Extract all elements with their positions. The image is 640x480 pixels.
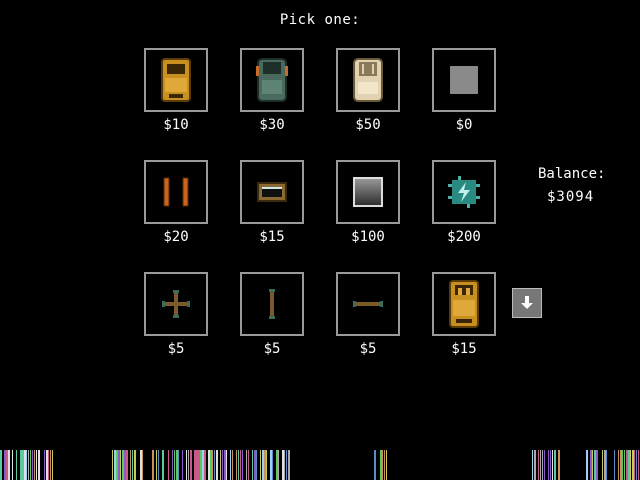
item-price: $15 [451, 341, 477, 357]
item-frame[interactable] [240, 160, 304, 224]
horizontal-rod-icon [353, 301, 383, 307]
shop-item-5[interactable]: $20 [144, 160, 208, 245]
vertical-rod-icon [269, 289, 275, 319]
item-price: $100 [351, 229, 385, 245]
shop-item-8[interactable]: $200 [432, 160, 496, 245]
item-price: $0 [455, 117, 473, 133]
cross-pipe-icon [162, 290, 190, 318]
window-frame-icon [257, 182, 287, 202]
scroll-down-button[interactable] [512, 288, 542, 318]
shop-item-10[interactable]: $5 [240, 272, 304, 357]
item-frame[interactable] [432, 48, 496, 112]
balance-value: $3094 [547, 189, 595, 205]
shop-item-3[interactable]: $50 [336, 48, 400, 133]
item-price: $20 [163, 229, 189, 245]
gold-car-icon [161, 58, 191, 102]
item-frame[interactable] [144, 160, 208, 224]
cream-car-icon [353, 58, 383, 102]
item-price: $5 [263, 341, 281, 357]
glitch-noise-strip [0, 450, 639, 480]
gold-car-rear-icon [449, 280, 479, 328]
lightning-chip-icon [448, 176, 480, 208]
bumper-pair-icon [163, 177, 189, 207]
shop-item-11[interactable]: $5 [336, 272, 400, 357]
item-frame[interactable] [240, 272, 304, 336]
shop-item-1[interactable]: $10 [144, 48, 208, 133]
item-frame[interactable] [336, 272, 400, 336]
item-price: $10 [163, 117, 189, 133]
item-frame[interactable] [432, 272, 496, 336]
page-title: Pick one: [279, 12, 361, 28]
item-frame[interactable] [240, 48, 304, 112]
arrow-down-icon [521, 296, 533, 309]
item-frame[interactable] [432, 160, 496, 224]
item-price: $200 [447, 229, 481, 245]
item-price: $50 [355, 117, 381, 133]
item-price: $5 [359, 341, 377, 357]
item-frame[interactable] [144, 48, 208, 112]
shop-item-12[interactable]: $15 [432, 272, 496, 357]
gray-square-icon [450, 66, 478, 94]
item-frame[interactable] [336, 160, 400, 224]
metal-block-icon [353, 177, 383, 207]
shop-item-9[interactable]: $5 [144, 272, 208, 357]
shop-item-7[interactable]: $100 [336, 160, 400, 245]
shop-item-4[interactable]: $0 [432, 48, 496, 133]
balance-label: Balance: [538, 166, 606, 182]
teal-car-icon [256, 58, 288, 102]
shop-item-6[interactable]: $15 [240, 160, 304, 245]
item-price: $30 [259, 117, 285, 133]
item-frame[interactable] [336, 48, 400, 112]
item-price: $5 [167, 341, 185, 357]
item-frame[interactable] [144, 272, 208, 336]
item-price: $15 [259, 229, 285, 245]
shop-item-2[interactable]: $30 [240, 48, 304, 133]
